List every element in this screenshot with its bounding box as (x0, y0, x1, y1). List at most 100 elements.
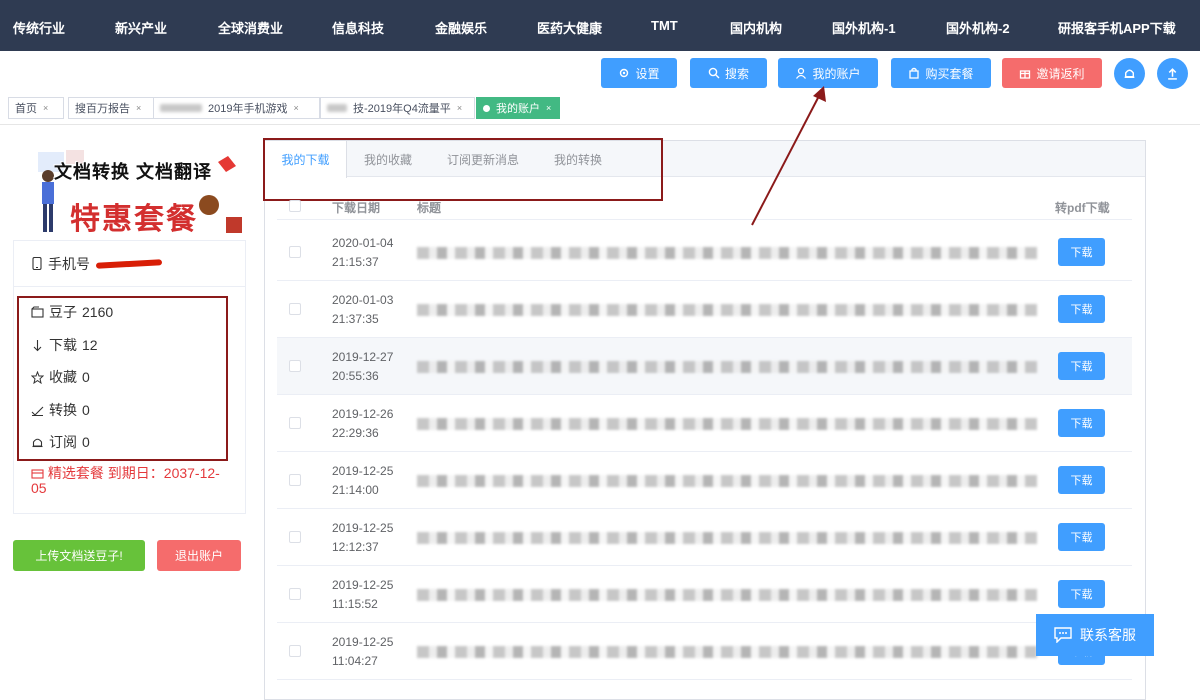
row-datetime: 2020-01-03 21:37:35 (332, 293, 394, 326)
download-icon (33, 339, 42, 351)
row-datetime: 2020-01-04 21:15:37 (332, 236, 394, 269)
page-tab-search-reports[interactable]: 搜百万报告 × (68, 97, 154, 119)
row-datetime: 2019-12-27 20:55:36 (332, 350, 394, 383)
nav-item-foreign-2[interactable]: 国外机构-2 (946, 18, 1010, 37)
redacted-title[interactable] (417, 589, 1037, 601)
page-tab-home[interactable]: 首页 × (8, 97, 64, 119)
download-button[interactable]: 下载 (1058, 352, 1105, 380)
page-tab-traffic-report[interactable]: 技-2019年Q4流量平 × (320, 97, 475, 119)
select-all-checkbox[interactable] (289, 200, 301, 212)
redacted-title[interactable] (417, 304, 1037, 316)
page-tab-my-account[interactable]: 我的账户 × (476, 97, 560, 119)
close-icon[interactable]: × (136, 103, 141, 113)
page-tab-label: 首页 (15, 103, 37, 115)
nav-item-health[interactable]: 医药大健康 (537, 18, 602, 37)
redacted-title[interactable] (417, 361, 1037, 373)
convert-icon (31, 406, 44, 416)
close-icon[interactable]: × (457, 103, 462, 113)
nav-item-consumer[interactable]: 全球消费业 (218, 18, 283, 37)
table-header: 下载日期 标题 转pdf下载 (277, 192, 1132, 220)
plan-text: 精选套餐 到期日：2037-12-05 (31, 465, 220, 496)
page-tab-label: 搜百万报告 (75, 103, 130, 115)
redacted-title[interactable] (417, 532, 1037, 544)
redacted-phone (95, 258, 163, 269)
row-datetime: 2019-12-25 21:14:00 (332, 464, 394, 497)
toolbar: 设置 搜索 我的账户 购买套餐 邀请返利 (0, 58, 1200, 89)
close-icon[interactable]: × (293, 103, 298, 113)
banner-headline: 文档转换 文档翻译 (54, 162, 213, 182)
nav-item-foreign-1[interactable]: 国外机构-1 (832, 18, 896, 37)
download-button[interactable]: 下载 (1058, 466, 1105, 494)
column-title: 标题 (417, 201, 442, 215)
row-checkbox[interactable] (289, 645, 301, 657)
row-checkbox[interactable] (289, 303, 301, 315)
table-row: 2019-12-25 21:14:00 下载 (277, 452, 1132, 509)
stat-value: 0 (82, 369, 90, 385)
download-button[interactable]: 下载 (1058, 238, 1105, 266)
download-button[interactable]: 下载 (1058, 580, 1105, 608)
download-button[interactable]: 下载 (1058, 295, 1105, 323)
table-row: 2019-12-26 22:29:36 下载 (277, 395, 1132, 452)
close-icon[interactable]: × (43, 103, 48, 113)
row-checkbox[interactable] (289, 360, 301, 372)
scroll-top-button[interactable] (1157, 58, 1188, 89)
redacted-title[interactable] (417, 646, 1037, 658)
upload-document-button[interactable]: 上传文档送豆子! (13, 540, 145, 571)
row-checkbox[interactable] (289, 474, 301, 486)
download-button[interactable]: 下载 (1058, 523, 1105, 551)
nav-item-domestic[interactable]: 国内机构 (730, 18, 782, 37)
chat-icon (1054, 627, 1072, 643)
wallet-icon (31, 305, 44, 318)
search-icon (708, 67, 720, 79)
settings-label: 设置 (635, 66, 660, 81)
redacted-title[interactable] (417, 418, 1037, 430)
nav-item-it[interactable]: 信息科技 (332, 18, 384, 37)
buy-package-button[interactable]: 购买套餐 (891, 58, 991, 88)
row-checkbox[interactable] (289, 531, 301, 543)
logout-button[interactable]: 退出账户 (157, 540, 241, 571)
nav-item-emerging[interactable]: 新兴产业 (115, 18, 167, 37)
stat-downloads: 下载 12 (31, 335, 98, 355)
stat-subscriptions: 订阅 0 (31, 432, 90, 452)
active-dot (483, 104, 490, 112)
search-label: 搜索 (724, 66, 749, 81)
row-datetime: 2019-12-25 11:04:27 (332, 635, 394, 668)
stat-beans: 豆子 2160 (31, 302, 113, 322)
phone-icon (32, 257, 42, 270)
gear-icon (620, 68, 629, 78)
redacted-title[interactable] (417, 247, 1037, 259)
column-date: 下载日期 (332, 201, 381, 215)
row-checkbox[interactable] (289, 246, 301, 258)
annotation-arrow (751, 86, 826, 226)
notification-button[interactable] (1114, 58, 1145, 89)
nav-item-traditional[interactable]: 传统行业 (13, 18, 65, 37)
invite-rebate-button[interactable]: 邀请返利 (1002, 58, 1102, 88)
column-pdf-download: 转pdf下载 (1055, 201, 1110, 215)
plan-expiry: 精选套餐 到期日：2037-12-05 (31, 466, 231, 496)
row-checkbox[interactable] (289, 588, 301, 600)
stat-label: 收藏 (49, 369, 77, 385)
download-button[interactable]: 下载 (1058, 409, 1105, 437)
row-checkbox[interactable] (289, 417, 301, 429)
stat-label: 订阅 (49, 434, 77, 450)
banner-subheadline: 特惠套餐 (70, 203, 198, 236)
contact-support-button[interactable]: 联系客服 (1036, 614, 1154, 656)
row-datetime: 2019-12-25 11:15:52 (332, 578, 394, 611)
nav-item-app-download[interactable]: 研报客手机APP下载 (1058, 18, 1176, 37)
gift-icon (1020, 70, 1031, 79)
stat-label: 转换 (49, 402, 77, 418)
redacted-title[interactable] (417, 475, 1037, 487)
page-tab-mobile-games[interactable]: 2019年手机游戏 × (153, 97, 320, 119)
nav-item-tmt[interactable]: TMT (651, 18, 678, 33)
row-datetime: 2019-12-25 12:12:37 (332, 521, 394, 554)
upload-arrow-icon (1168, 68, 1177, 80)
stat-value: 0 (82, 402, 90, 418)
table-row: 2019-12-27 20:55:36 下载 (277, 338, 1132, 395)
promo-banner[interactable]: 文档转换 文档翻译 特惠套餐 BUY! (26, 142, 246, 238)
divider (0, 124, 1200, 125)
page-tab-label: 2019年手机游戏 (208, 103, 288, 115)
settings-button[interactable]: 设置 (601, 58, 677, 88)
close-icon[interactable]: × (546, 103, 551, 113)
nav-item-finance[interactable]: 金融娱乐 (435, 18, 487, 37)
redacted-text (327, 104, 347, 112)
